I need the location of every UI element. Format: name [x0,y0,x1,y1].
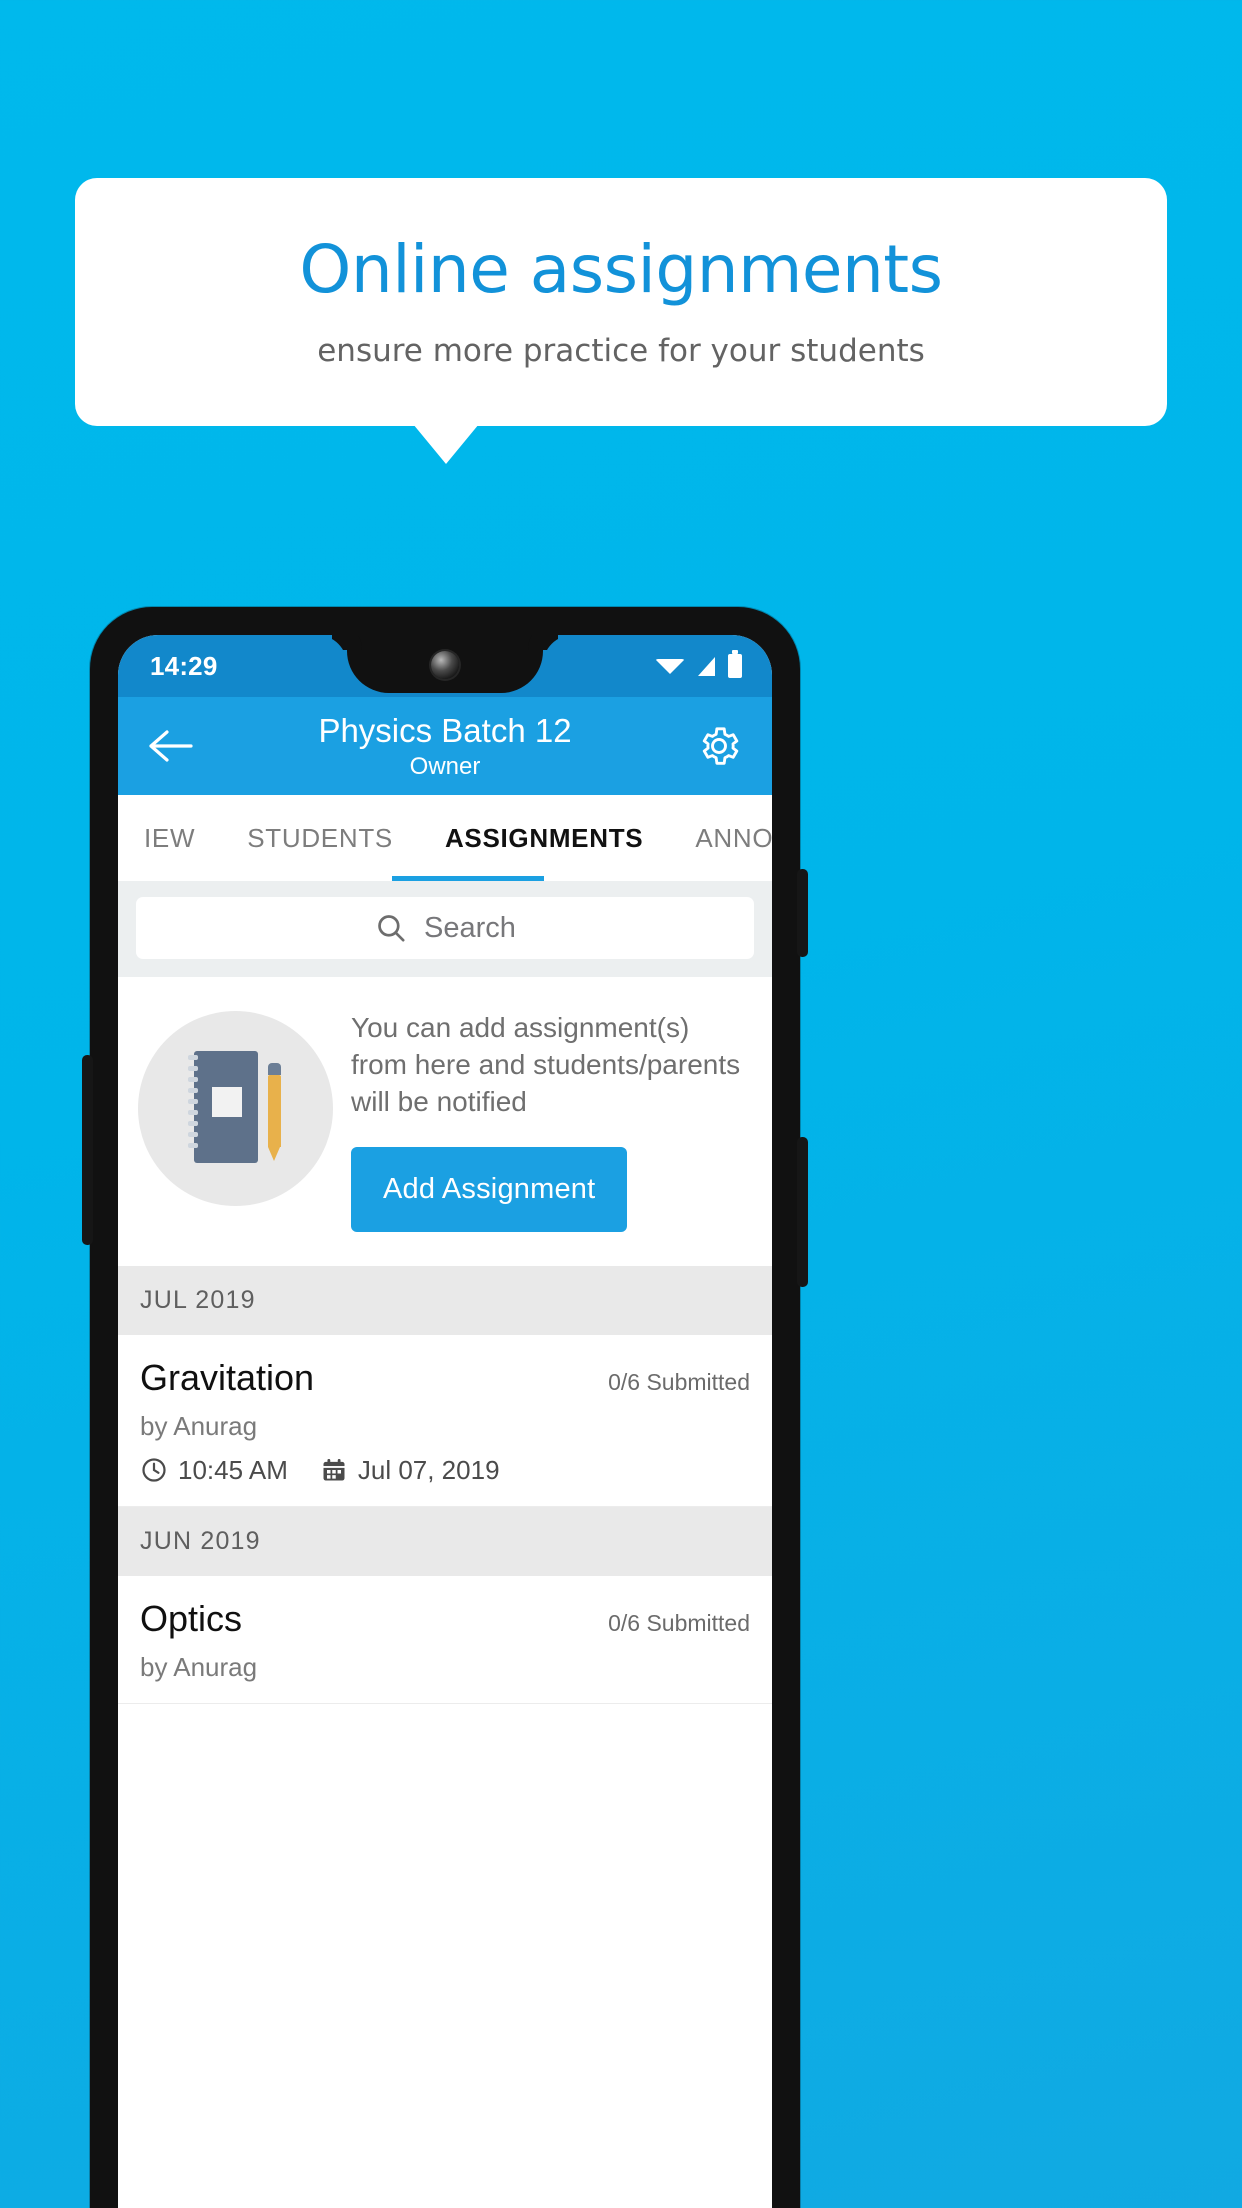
status-badge: 0/6 Submitted [608,1368,750,1395]
promo-bubble-tail [413,424,479,464]
tab-overview[interactable]: IEW [118,795,221,881]
assignment-author: by Anurag [140,1410,258,1441]
promo-subtitle: ensure more practice for your students [317,332,925,369]
battery-icon [728,650,742,678]
phone-notch [347,635,543,693]
status-time: 14:29 [150,650,218,681]
gear-icon [702,727,739,765]
status-icon-group [655,650,742,678]
assignment-row-top: Optics 0/6 Submitted [140,1598,750,1640]
search-icon [378,915,405,942]
app-bar: Physics Batch 12 Owner [118,697,772,795]
calendar-icon [323,1459,345,1481]
notebook-page-icon [212,1087,242,1117]
active-tab-indicator [392,876,544,881]
month-header-jul: JUL 2019 [118,1265,772,1335]
assignment-title: Optics [140,1597,243,1639]
search-input[interactable]: Search [136,897,754,959]
tab-students[interactable]: STUDENTS [221,795,419,881]
add-assignment-button[interactable]: Add Assignment [351,1146,628,1232]
month-header-jun: JUN 2019 [118,1506,772,1576]
page-subtitle: Owner [409,752,481,780]
phone-volume-button [797,1137,808,1287]
empty-state-text: You can add assignment(s) from here and … [351,1012,741,1118]
empty-state-content: You can add assignment(s) from here and … [351,1005,752,1232]
table-row[interactable]: Gravitation 0/6 Submitted by Anurag 10:4… [118,1334,772,1507]
notebook-icon [194,1051,258,1163]
promo-title: Online assignments [299,231,943,309]
assignment-title: Gravitation [140,1356,315,1398]
empty-state-card: You can add assignment(s) from here and … [118,977,772,1266]
back-arrow-icon [149,730,193,762]
phone-side-button [82,1055,93,1245]
status-bar: 14:29 [118,635,772,697]
phone-mockup: 14:29 Physics Batch 12 Owner IEW STUDENT… [82,607,808,2208]
clock-icon [142,1458,166,1482]
promo-bubble: Online assignments ensure more practice … [75,178,1167,426]
assignment-row-top: Gravitation 0/6 Submitted [140,1357,750,1399]
front-camera-icon [431,651,459,679]
search-section: Search [118,881,772,977]
status-badge: 0/6 Submitted [608,1609,750,1636]
page-title: Physics Batch 12 [318,711,572,749]
tab-bar[interactable]: IEW STUDENTS ASSIGNMENTS ANNOUNCEM [118,795,772,881]
assignment-meta: 10:45 AM Jul 07, 2019 [140,1455,750,1486]
back-button[interactable] [136,729,206,763]
signal-icon [698,656,715,676]
table-row[interactable]: Optics 0/6 Submitted by Anurag [118,1575,772,1704]
assignment-time: 10:45 AM [178,1454,288,1485]
search-placeholder: Search [424,911,516,944]
assignment-author: by Anurag [140,1651,258,1682]
notebook-spiral-icon [188,1055,198,1159]
phone-power-button [797,869,808,957]
phone-screen: 14:29 Physics Batch 12 Owner IEW STUDENT… [118,635,772,2208]
tab-assignments[interactable]: ASSIGNMENTS [419,795,669,881]
settings-button[interactable] [688,723,750,769]
app-bar-titles: Physics Batch 12 Owner [118,697,772,795]
assignment-date: Jul 07, 2019 [357,1454,500,1485]
pencil-icon [268,1063,281,1161]
notebook-pencil-icon [138,1011,333,1206]
tab-announcements[interactable]: ANNOUNCEM [669,795,772,881]
wifi-icon [655,658,685,674]
